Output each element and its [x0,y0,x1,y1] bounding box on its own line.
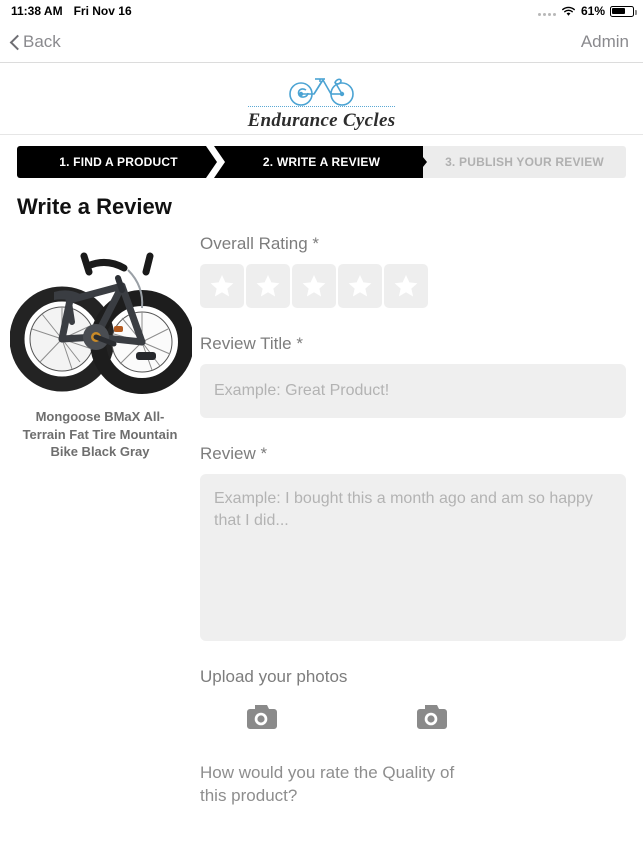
brand-header: Endurance Cycles [0,63,643,135]
camera-icon-slot-2[interactable] [413,703,449,732]
logo-divider [248,105,395,107]
battery-percent: 61% [580,4,605,18]
app-screen: 11:38 AM Fri Nov 16 61% Back Admin Endur… [0,0,643,858]
star-icon [348,275,372,297]
star-icon [302,275,326,297]
admin-button[interactable]: Admin [581,32,629,52]
camera-icon [417,705,447,729]
review-body-label: Review * [200,444,268,463]
camera-icon-slot-1[interactable] [243,703,279,732]
back-button-label: Back [23,32,61,51]
review-title-label: Review Title * [200,334,303,353]
star-icon [394,275,418,297]
step-1-label: 1. FIND A PRODUCT [59,155,178,169]
product-panel: Mongoose BMaX All-Terrain Fat Tire Mount… [0,234,200,808]
overall-rating-group: Overall Rating * [200,234,626,308]
step-publish-your-review[interactable]: 3. PUBLISH YOUR REVIEW [423,146,626,178]
battery-icon [610,5,637,17]
product-name: Mongoose BMaX All-Terrain Fat Tire Mount… [22,409,178,460]
page-title: Write a Review [17,194,172,219]
status-bar-right: 61% [537,4,637,18]
brand-name: Endurance Cycles [247,109,396,131]
overall-rating-label: Overall Rating * [200,234,320,253]
bicycle-icon [285,70,359,108]
upload-photos-label: Upload your photos [200,667,348,686]
review-title-group: Review Title * Example: Great Product! [200,334,626,418]
upload-slots [200,703,626,732]
chevron-left-icon [10,33,21,51]
status-bar-left: 11:38 AM Fri Nov 16 [11,4,132,18]
status-time: 11:38 AM [11,4,63,18]
star-4[interactable] [338,264,382,308]
step-find-a-product[interactable]: 1. FIND A PRODUCT [17,146,220,178]
upload-photos-group: Upload your photos [200,667,626,732]
star-rating-input[interactable] [200,264,626,308]
review-title-placeholder: Example: Great Product! [214,382,390,399]
nav-bar: Back Admin [0,22,643,63]
status-date: Fri Nov 16 [73,4,132,18]
star-5[interactable] [384,264,428,308]
status-bar: 11:38 AM Fri Nov 16 61% [0,0,643,22]
review-form: Overall Rating * Review Title * Example:… [200,234,643,808]
camera-icon [247,705,277,729]
step-arrow-point-icon [409,146,429,178]
signal-dots-icon [537,6,556,16]
review-title-input[interactable]: Example: Great Product! [200,364,626,418]
content-area: Mongoose BMaX All-Terrain Fat Tire Mount… [0,220,643,808]
review-body-placeholder: Example: I bought this a month ago and a… [214,490,593,530]
quality-question-label: How would you rate the Quality of this p… [200,763,455,805]
star-2[interactable] [246,264,290,308]
star-3[interactable] [292,264,336,308]
step-3-label: 3. PUBLISH YOUR REVIEW [445,155,604,169]
step-2-label: 2. WRITE A REVIEW [262,155,381,169]
product-image [9,234,194,394]
star-1[interactable] [200,264,244,308]
wifi-icon [561,6,576,17]
star-icon [256,275,280,297]
review-body-group: Review * Example: I bought this a month … [200,444,626,641]
progress-steps: 1. FIND A PRODUCT 2. WRITE A REVIEW 3. P… [17,146,626,178]
review-body-textarea[interactable]: Example: I bought this a month ago and a… [200,474,626,641]
star-icon [210,275,234,297]
step-write-a-review[interactable]: 2. WRITE A REVIEW [220,146,423,178]
back-button[interactable]: Back [10,32,61,52]
